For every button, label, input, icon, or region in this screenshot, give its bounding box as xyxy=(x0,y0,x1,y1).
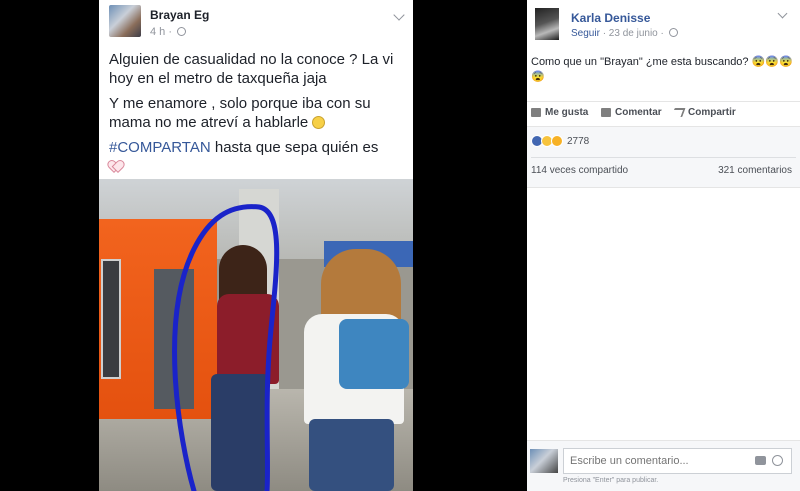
reactions[interactable]: 2778 xyxy=(531,135,589,147)
comment-button[interactable]: Comentar xyxy=(601,107,662,118)
action-bar: Me gusta Comentar Compartir xyxy=(531,107,796,121)
post-paragraph-2: Y me enamore , solo porque iba con su ma… xyxy=(109,94,409,132)
post-paragraph-3: #COMPARTAN hasta que sepa quién es xyxy=(109,138,409,176)
author-name[interactable]: Brayan Eg xyxy=(150,8,209,22)
user-avatar xyxy=(530,449,558,473)
like-label: Me gusta xyxy=(545,107,589,118)
camera-icon[interactable] xyxy=(755,456,766,465)
post-paragraph-2-text: Y me enamore , solo porque iba con su ma… xyxy=(109,95,371,131)
shares-count[interactable]: 114 veces compartido xyxy=(531,165,628,176)
share-arrow-icon xyxy=(671,108,686,117)
wow-reaction-icon xyxy=(551,135,563,147)
chevron-down-icon[interactable] xyxy=(393,9,405,21)
thumbs-up-icon xyxy=(531,108,541,117)
commenter-meta: Seguir · 23 de junio · xyxy=(571,28,678,39)
comment-date[interactable]: · 23 de junio · xyxy=(603,28,664,39)
globe-icon xyxy=(177,27,187,36)
feedback-summary: 2778 114 veces compartido 321 comentario… xyxy=(527,127,800,187)
enter-hint: Presiona "Enter" para publicar. xyxy=(563,477,659,484)
crying-face-icon xyxy=(312,116,326,129)
share-label: Compartir xyxy=(688,107,736,118)
hashtag-link[interactable]: #COMPARTAN xyxy=(109,139,211,156)
comment-label: Comentar xyxy=(615,107,662,118)
divider xyxy=(531,157,796,158)
comments-count[interactable]: 321 comentarios xyxy=(718,165,792,176)
emoji-icon[interactable] xyxy=(772,455,783,466)
chevron-down-icon[interactable] xyxy=(777,8,788,19)
share-button[interactable]: Compartir xyxy=(671,107,736,118)
comment-composer: Presiona "Enter" para publicar. xyxy=(527,440,800,491)
reaction-count: 2778 xyxy=(567,135,590,147)
commenter-avatar[interactable] xyxy=(535,8,559,40)
speech-bubble-icon xyxy=(601,108,611,117)
post-paragraph: Alguien de casualidad no la conoce ? La … xyxy=(109,51,394,87)
post-header: Brayan Eg 4 h · xyxy=(109,5,409,41)
divider xyxy=(527,101,800,102)
post-paragraph-3-text: hasta que sepa quién es xyxy=(210,139,379,156)
post-photo[interactable] xyxy=(99,179,413,491)
author-avatar[interactable] xyxy=(109,5,141,37)
post-timestamp[interactable]: 4 h · xyxy=(150,26,187,38)
follow-link[interactable]: Seguir xyxy=(571,28,600,39)
globe-icon xyxy=(668,28,678,37)
post-card: Brayan Eg 4 h · Alguien de casualidad no… xyxy=(99,0,413,491)
post-text: Alguien de casualidad no la conoce ? La … xyxy=(109,50,409,182)
comment-panel: Karla Denisse Seguir · 23 de junio · Com… xyxy=(527,0,800,491)
like-button[interactable]: Me gusta xyxy=(531,107,588,118)
comment-text: Como que un "Brayan" ¿me esta buscando? … xyxy=(531,56,793,83)
blue-circle-annotation xyxy=(172,204,280,491)
divider xyxy=(527,187,800,188)
timestamp-text: 4 h · xyxy=(150,26,173,38)
commenter-name[interactable]: Karla Denisse xyxy=(571,11,650,25)
heart-icon xyxy=(109,161,121,172)
